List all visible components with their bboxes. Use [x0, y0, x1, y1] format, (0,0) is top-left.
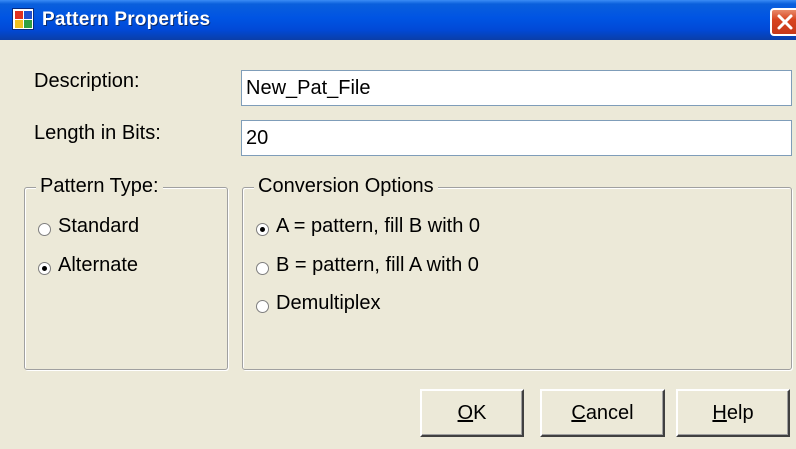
title-bar[interactable]: Pattern Properties: [0, 0, 796, 40]
length-field[interactable]: 20: [241, 120, 792, 156]
help-button[interactable]: Help: [676, 389, 790, 437]
pattern-properties-dialog: Pattern Properties Description: New_Pat_…: [0, 0, 796, 449]
ok-mnemonic: O: [457, 402, 474, 424]
length-label: Length in Bits:: [34, 122, 161, 144]
ok-button[interactable]: OK: [420, 389, 524, 437]
radio-button[interactable]: [38, 223, 51, 236]
cancel-button[interactable]: Cancel: [540, 389, 665, 437]
radio-button[interactable]: [256, 300, 269, 313]
radio-a-pattern-label: A = pattern, fill B with 0: [276, 215, 480, 237]
close-icon: [777, 14, 793, 30]
help-mnemonic: H: [712, 402, 727, 424]
app-icon: [12, 8, 34, 30]
pattern-type-title: Pattern Type:: [36, 175, 163, 198]
radio-demultiplex-label: Demultiplex: [276, 292, 381, 314]
cancel-mnemonic: C: [571, 402, 586, 424]
conversion-options-title: Conversion Options: [254, 175, 438, 198]
radio-standard-label: Standard: [58, 215, 140, 237]
radio-alternate-label: Alternate: [58, 254, 139, 276]
radio-button[interactable]: [256, 223, 269, 236]
ok-rest: K: [473, 402, 487, 424]
radio-button[interactable]: [38, 262, 51, 275]
description-label: Description:: [34, 70, 140, 92]
window-title: Pattern Properties: [42, 9, 211, 30]
radio-button[interactable]: [256, 262, 269, 275]
radio-b-pattern-label: B = pattern, fill A with 0: [276, 254, 479, 276]
help-rest: elp: [726, 402, 754, 424]
cancel-rest: ancel: [585, 402, 634, 424]
description-field[interactable]: New_Pat_File: [241, 70, 792, 106]
close-button[interactable]: [770, 8, 796, 36]
